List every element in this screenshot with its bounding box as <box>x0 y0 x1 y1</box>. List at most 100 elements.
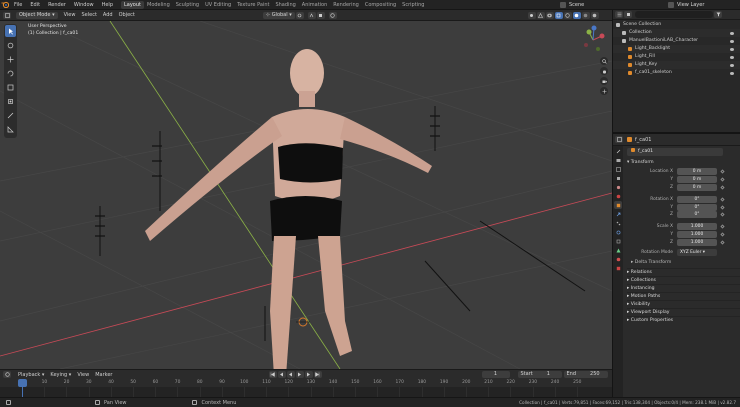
play-reverse-icon[interactable] <box>286 371 295 378</box>
object-tab-icon[interactable] <box>614 201 622 209</box>
timeline-menu-view[interactable]: View <box>74 372 92 378</box>
timeline-editor-icon[interactable] <box>3 371 11 378</box>
filter-icon[interactable] <box>714 11 722 18</box>
visibility-eye-icon[interactable] <box>730 63 734 67</box>
jump-key-back-icon[interactable] <box>277 371 286 378</box>
outliner-item[interactable]: Light_Key <box>613 61 740 69</box>
cursor-tool-icon[interactable] <box>5 39 16 51</box>
particles-tab-icon[interactable] <box>614 219 622 227</box>
xray-icon[interactable] <box>554 11 563 19</box>
visibility-eye-icon[interactable] <box>730 55 734 59</box>
pivot-icon[interactable] <box>295 11 304 19</box>
ortho-grid-icon[interactable] <box>600 87 608 95</box>
viewport-menu-add[interactable]: Add <box>100 12 116 18</box>
section-header-visibility[interactable]: ▸ Visibility <box>627 300 740 308</box>
timeline-menu-marker[interactable]: Marker <box>92 372 115 378</box>
menu-help[interactable]: Help <box>98 0 117 10</box>
visibility-icon[interactable] <box>527 11 536 19</box>
outliner-item[interactable]: Light_Backlight <box>613 45 740 53</box>
section-header-relations[interactable]: ▸ Relations <box>627 268 740 276</box>
zoom-icon[interactable] <box>600 57 608 65</box>
field-value-input[interactable]: 1.000 <box>677 238 717 246</box>
workspace-tab-texture-paint[interactable]: Texture Paint <box>234 1 272 9</box>
workspace-tab-compositing[interactable]: Compositing <box>362 1 399 9</box>
properties-editor-icon[interactable] <box>615 136 623 143</box>
menu-render[interactable]: Render <box>44 0 70 10</box>
orientation-dropdown[interactable]: ⊹ Global ▾ <box>262 11 295 19</box>
workspace-tab-modeling[interactable]: Modeling <box>144 1 173 9</box>
workspace-tab-uv-editing[interactable]: UV Editing <box>202 1 234 9</box>
tool-tab-icon[interactable] <box>614 147 622 155</box>
playhead[interactable] <box>18 379 27 387</box>
display-mode-icon[interactable] <box>624 11 632 18</box>
gizmo-icon[interactable] <box>536 11 545 19</box>
menu-file[interactable]: File <box>10 0 26 10</box>
navigation-gizmo[interactable] <box>578 25 608 55</box>
jump-end-icon[interactable] <box>313 371 322 378</box>
keyframe-icon[interactable] <box>720 185 725 190</box>
outliner-item[interactable]: f_ca01_skeleton <box>613 69 740 77</box>
measure-tool-icon[interactable] <box>5 123 16 135</box>
play-icon[interactable] <box>295 371 304 378</box>
timeline-menu-keying[interactable]: Keying ▾ <box>47 372 74 378</box>
annotate-tool-icon[interactable] <box>5 109 16 121</box>
field-value-input[interactable]: 1.000 <box>677 230 717 238</box>
menu-window[interactable]: Window <box>70 0 98 10</box>
select-tool-icon[interactable] <box>5 25 16 37</box>
frame-ruler[interactable]: 1102030405060708090100110120130140150160… <box>0 379 612 387</box>
visibility-eye-icon[interactable] <box>730 31 734 35</box>
jump-key-forward-icon[interactable] <box>304 371 313 378</box>
section-header-custom-properties[interactable]: ▸ Custom Properties <box>627 316 740 324</box>
material-shading-icon[interactable] <box>581 11 590 19</box>
workspace-tab-layout[interactable]: Layout <box>121 1 144 9</box>
field-value-input[interactable]: 0° <box>677 195 717 203</box>
jump-start-icon[interactable] <box>268 371 277 378</box>
camera-view-icon[interactable] <box>600 77 608 85</box>
keyframe-icon[interactable] <box>720 240 725 245</box>
workspace-tab-animation[interactable]: Animation <box>299 1 331 9</box>
scene-selector[interactable]: Scene <box>560 1 584 9</box>
outliner-editor-icon[interactable] <box>615 11 623 18</box>
outliner-item[interactable]: Scene Collection <box>613 21 740 29</box>
pan-hand-icon[interactable] <box>600 67 608 75</box>
section-header-viewport-display[interactable]: ▸ Viewport Display <box>627 308 740 316</box>
field-value-input[interactable]: 0° <box>677 211 717 219</box>
workspace-tab-scripting[interactable]: Scripting <box>399 1 427 9</box>
visibility-eye-icon[interactable] <box>730 71 734 75</box>
viewport-menu-object[interactable]: Object <box>116 12 138 18</box>
end-frame-field[interactable]: End 250 <box>563 371 608 378</box>
visibility-eye-icon[interactable] <box>730 47 734 51</box>
outliner-item[interactable]: ManuelBastioniLAB_Character <box>613 37 740 45</box>
physics-tab-icon[interactable] <box>614 228 622 236</box>
world-tab-icon[interactable] <box>614 192 622 200</box>
menu-edit[interactable]: Edit <box>26 0 44 10</box>
workspace-tab-sculpting[interactable]: Sculpting <box>173 1 202 9</box>
workspace-tab-rendering[interactable]: Rendering <box>330 1 362 9</box>
field-value-input[interactable]: 0 m <box>677 183 717 191</box>
mode-dropdown[interactable]: Object Mode ▾ <box>16 11 58 19</box>
field-value-input[interactable]: 0° <box>677 203 717 211</box>
snap-icon[interactable] <box>307 11 316 19</box>
proportional-edit-icon[interactable] <box>328 11 337 19</box>
material-tab-icon[interactable] <box>614 255 622 263</box>
current-frame-field[interactable]: 1 <box>481 371 510 378</box>
overlay-icon[interactable] <box>545 11 554 19</box>
render-tab-icon[interactable] <box>614 156 622 164</box>
timeline-menu-playback[interactable]: Playback ▾ <box>15 372 47 378</box>
output-tab-icon[interactable] <box>614 165 622 173</box>
rotation-mode-dropdown[interactable]: XYZ Euler ▾ <box>677 249 717 257</box>
keyframe-icon[interactable] <box>720 224 725 229</box>
section-header-instancing[interactable]: ▸ Instancing <box>627 284 740 292</box>
field-value-input[interactable]: 0 m <box>677 176 717 184</box>
field-value-input[interactable]: 1.000 <box>677 223 717 231</box>
move-tool-icon[interactable] <box>5 53 16 65</box>
keyframe-icon[interactable] <box>720 232 725 237</box>
view-layer-tab-icon[interactable] <box>614 174 622 182</box>
viewport-menu-view[interactable]: View <box>61 12 79 18</box>
start-frame-field[interactable]: Start 1 <box>517 371 562 378</box>
outliner-search-input[interactable] <box>635 11 713 18</box>
scene-tab-icon[interactable] <box>614 183 622 191</box>
solid-shading-icon[interactable] <box>572 11 581 19</box>
3d-viewport[interactable]: User Perspective (1) Collection | f_ca01 <box>0 21 612 369</box>
workspace-tab-shading[interactable]: Shading <box>272 1 298 9</box>
